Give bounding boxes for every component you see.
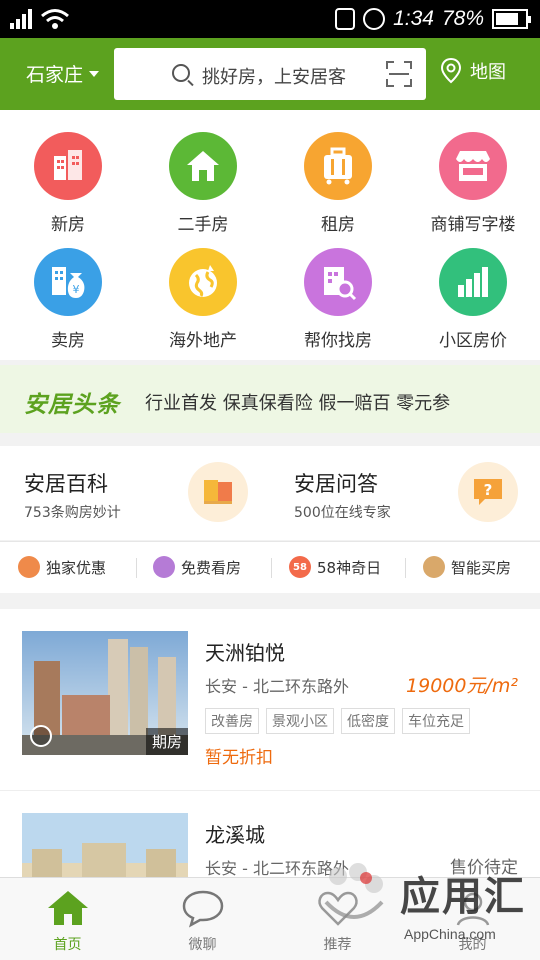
listing-photo: 期房 (22, 631, 188, 755)
book-icon (188, 462, 248, 522)
category-new-house[interactable]: 新房 (0, 132, 136, 235)
category-grid: 新房 二手房 租房 商铺写字楼 ¥ 卖房 海外地产 帮你找房 小区房价 (0, 110, 540, 360)
search-box[interactable]: 挑好房，上安居客 (114, 48, 426, 100)
listing-price: 19000元/m² (406, 675, 518, 697)
card-subtitle: 753条购房妙计 (24, 505, 121, 521)
bar-chart-icon (439, 248, 507, 316)
listing-promo: 暂无折扣 (205, 748, 273, 768)
quick-label: 免费看房 (181, 558, 242, 577)
quick-links: 独家优惠 免费看房 58 58神奇日 智能买房 (0, 541, 540, 593)
card-title: 安居百科 (24, 472, 108, 496)
search-icon (172, 64, 190, 82)
category-label: 海外地产 (169, 331, 237, 351)
category-rent[interactable]: 租房 (270, 132, 406, 235)
building-icon (34, 132, 102, 200)
listing-photo (22, 813, 188, 877)
quick-label: 58神奇日 (317, 558, 382, 577)
money-bag-icon: ¥ (34, 248, 102, 316)
battery-icon (492, 9, 531, 29)
find-house-icon (304, 248, 372, 316)
suitcase-icon (304, 132, 372, 200)
tab-label: 微聊 (188, 937, 217, 953)
tag-icon (18, 556, 40, 578)
alarm-icon (363, 8, 386, 30)
watermark-logo-icon (324, 863, 384, 919)
category-label: 小区房价 (439, 331, 507, 351)
city-label: 石家庄 (26, 64, 84, 86)
signal-icon (10, 9, 34, 29)
category-label: 商铺写字楼 (430, 215, 516, 235)
listing-tag: 车位充足 (402, 708, 470, 734)
quick-smart-buy[interactable]: 智能买房 (423, 556, 511, 578)
qa-card[interactable]: 安居问答 500位在线专家 ? (270, 446, 540, 540)
city-selector[interactable]: 石家庄 (26, 60, 100, 87)
location-pin-icon (440, 58, 462, 84)
category-shop-office[interactable]: 商铺写字楼 (405, 132, 540, 235)
listing-tag: 景观小区 (266, 708, 334, 734)
card-subtitle: 500位在线专家 (294, 505, 391, 521)
category-label: 二手房 (177, 215, 229, 235)
map-label: 地图 (470, 62, 506, 83)
headline-banner[interactable]: 安居头条 行业首发 保真保看险 假一赔百 零元参 (0, 365, 540, 433)
listing-name: 天洲铂悦 (205, 641, 285, 665)
globe-icon (169, 248, 237, 316)
status-bar: 1:34 78% (0, 0, 540, 38)
watermark-subtext: AppChina.com (404, 926, 496, 942)
card-title: 安居问答 (294, 472, 378, 496)
category-label: 新房 (51, 215, 85, 235)
chevron-down-icon (89, 70, 100, 77)
home-icon (46, 888, 90, 928)
tab-label: 首页 (53, 937, 82, 953)
app-header: 石家庄 挑好房，上安居客 地图 (0, 38, 540, 110)
status-badge: 期房 (145, 728, 188, 755)
headline-logo: 安居头条 (24, 392, 120, 418)
car-icon (153, 556, 175, 578)
58-icon: 58 (289, 556, 311, 578)
encyclopedia-card[interactable]: 安居百科 753条购房妙计 (0, 446, 270, 540)
listing-tag: 改善房 (205, 708, 259, 734)
wifi-icon (41, 9, 69, 29)
vibrate-icon (335, 8, 356, 30)
category-second-hand[interactable]: 二手房 (135, 132, 271, 235)
svg-text:?: ? (484, 481, 493, 499)
shop-icon (439, 132, 507, 200)
category-find-house[interactable]: 帮你找房 (270, 248, 406, 351)
battery-percent: 78% (441, 7, 484, 30)
category-sell[interactable]: ¥ 卖房 (0, 248, 136, 351)
category-overseas[interactable]: 海外地产 (135, 248, 271, 351)
headline-text: 行业首发 保真保看险 假一赔百 零元参 (145, 393, 451, 414)
listing-tag: 低密度 (341, 708, 395, 734)
house-icon (169, 132, 237, 200)
listing-name: 龙溪城 (205, 823, 265, 847)
watermark: 应用汇 AppChina.com (312, 854, 540, 954)
scan-icon[interactable] (386, 61, 412, 87)
listing-item[interactable]: 期房 天洲铂悦 长安 - 北二环东路外 19000元/m² 改善房 景观小区 低… (0, 609, 540, 791)
chat-icon (181, 888, 225, 928)
quick-label: 独家优惠 (46, 558, 107, 577)
listing-tags: 改善房 景观小区 低密度 车位充足 (205, 708, 470, 734)
listing-location: 长安 - 北二环东路外 (205, 677, 349, 696)
robot-icon (423, 556, 445, 578)
category-community-price[interactable]: 小区房价 (405, 248, 540, 351)
chat-bubble-icon (30, 725, 52, 747)
category-label: 帮你找房 (304, 331, 372, 351)
category-label: 卖房 (51, 331, 85, 351)
tab-home[interactable]: 首页 (0, 878, 135, 960)
quick-free-viewing[interactable]: 免费看房 (153, 556, 241, 578)
watermark-text: 应用汇 (400, 874, 526, 920)
info-section: 安居百科 753条购房妙计 安居问答 500位在线专家 ? (0, 446, 540, 540)
category-label: 租房 (321, 215, 355, 235)
quick-label: 智能买房 (451, 558, 512, 577)
quick-58-day[interactable]: 58 58神奇日 (289, 556, 381, 578)
question-icon: ? (458, 462, 518, 522)
quick-exclusive-deals[interactable]: 独家优惠 (18, 556, 106, 578)
search-placeholder: 挑好房，上安居客 (202, 67, 346, 88)
listing-feed: 期房 天洲铂悦 长安 - 北二环东路外 19000元/m² 改善房 景观小区 低… (0, 609, 540, 877)
clock: 1:34 (393, 7, 434, 30)
svg-text:¥: ¥ (73, 283, 80, 296)
map-button[interactable]: 地图 (440, 58, 506, 84)
tab-chat[interactable]: 微聊 (135, 878, 270, 960)
